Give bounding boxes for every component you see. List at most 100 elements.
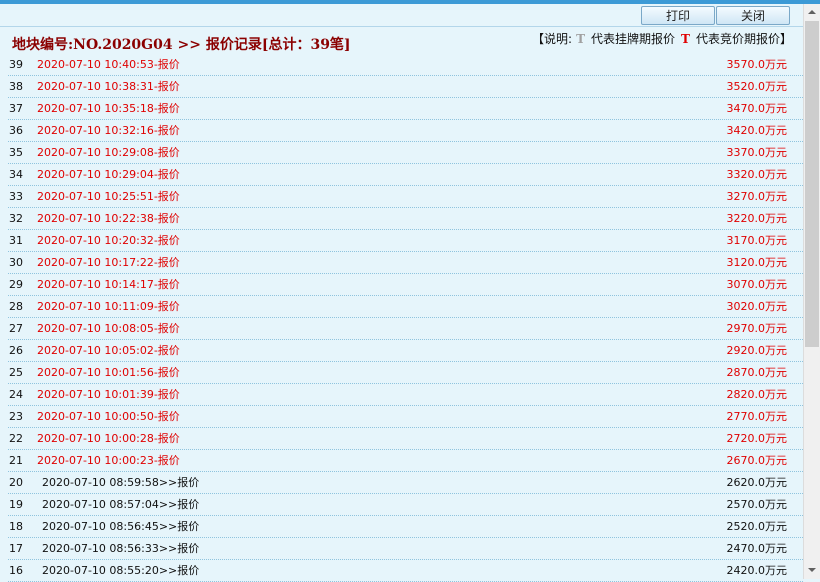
scroll-down-button[interactable]: [804, 562, 820, 579]
row-number: 39: [9, 58, 23, 71]
row-bid-time: 2020-07-10 10:29:08-报价: [37, 146, 180, 159]
row-number: 33: [9, 190, 23, 203]
close-button[interactable]: 关闭: [716, 6, 790, 25]
row-bid-time: 2020-07-10 10:00:23-报价: [37, 454, 180, 467]
table-row: 38 2020-07-10 10:38:31-报价 3520.0万元: [8, 76, 803, 98]
row-number: 21: [9, 454, 23, 467]
row-number: 35: [9, 146, 23, 159]
row-bid-price: 3520.0万元: [726, 80, 788, 93]
row-number: 19: [9, 498, 23, 511]
row-bid-price: 3170.0万元: [726, 234, 788, 247]
row-number: 38: [9, 80, 23, 93]
scroll-up-arrow-icon: [808, 10, 816, 14]
table-row: 37 2020-07-10 10:35:18-报价 3470.0万元: [8, 98, 803, 120]
row-bid-time: 2020-07-10 10:32:16-报价: [37, 124, 180, 137]
row-bid-time: 2020-07-10 10:08:05-报价: [37, 322, 180, 335]
bid-record-list: 39 2020-07-10 10:40:53-报价 3570.0万元 38 2020-0…: [8, 54, 803, 582]
vertical-scrollbar[interactable]: [803, 4, 820, 579]
table-row: 31 2020-07-10 10:20:32-报价 3170.0万元: [8, 230, 803, 252]
table-row: 28 2020-07-10 10:11:09-报价 3020.0万元: [8, 296, 803, 318]
scroll-thumb[interactable]: [805, 21, 819, 347]
bidding-period-icon: T: [681, 31, 690, 46]
table-row: 39 2020-07-10 10:40:53-报价 3570.0万元: [8, 54, 803, 76]
row-bid-price: 3020.0万元: [726, 300, 788, 313]
row-bid-time: 2020-07-10 10:00:28-报价: [37, 432, 180, 445]
table-row: 29 2020-07-10 10:14:17-报价 3070.0万元: [8, 274, 803, 296]
row-bid-time: 2020-07-10 10:38:31-报价: [37, 80, 180, 93]
legend-listing-text: 代表挂牌期报价: [591, 32, 676, 46]
row-number: 31: [9, 234, 23, 247]
table-row: 20 2020-07-10 08:59:58>>报价 2620.0万元: [8, 472, 803, 494]
row-bid-price: 2620.0万元: [726, 476, 788, 489]
row-number: 32: [9, 212, 23, 225]
scroll-up-button[interactable]: [804, 4, 820, 21]
row-bid-price: 3120.0万元: [726, 256, 788, 269]
row-bid-time: 2020-07-10 10:00:50-报价: [37, 410, 180, 423]
legend-bidding-text: 代表竞价期报价】: [695, 32, 792, 46]
scroll-down-arrow-icon: [808, 568, 816, 572]
row-number: 24: [9, 388, 23, 401]
row-bid-price: 3420.0万元: [726, 124, 788, 137]
table-row: 34 2020-07-10 10:29:04-报价 3320.0万元: [8, 164, 803, 186]
row-number: 28: [9, 300, 23, 313]
row-bid-price: 3570.0万元: [726, 58, 788, 71]
row-bid-time: 2020-07-10 10:01:56-报价: [37, 366, 180, 379]
table-row: 35 2020-07-10 10:29:08-报价 3370.0万元: [8, 142, 803, 164]
table-row: 36 2020-07-10 10:32:16-报价 3420.0万元: [8, 120, 803, 142]
row-number: 37: [9, 102, 23, 115]
row-number: 30: [9, 256, 23, 269]
row-number: 25: [9, 366, 23, 379]
row-number: 27: [9, 322, 23, 335]
row-bid-price: 2920.0万元: [726, 344, 788, 357]
row-bid-price: 3320.0万元: [726, 168, 788, 181]
row-bid-price: 3370.0万元: [726, 146, 788, 159]
row-bid-price: 3270.0万元: [726, 190, 788, 203]
row-number: 18: [9, 520, 23, 533]
row-bid-price: 2720.0万元: [726, 432, 788, 445]
table-row: 24 2020-07-10 10:01:39-报价 2820.0万元: [8, 384, 803, 406]
table-row: 18 2020-07-10 08:56:45>>报价 2520.0万元: [8, 516, 803, 538]
row-number: 29: [9, 278, 23, 291]
row-bid-time: 2020-07-10 10:11:09-报价: [37, 300, 180, 313]
table-row: 17 2020-07-10 08:56:33>>报价 2470.0万元: [8, 538, 803, 560]
row-bid-time: 2020-07-10 10:29:04-报价: [37, 168, 180, 181]
table-row: 23 2020-07-10 10:00:50-报价 2770.0万元: [8, 406, 803, 428]
row-number: 36: [9, 124, 23, 137]
row-number: 17: [9, 542, 23, 555]
row-number: 16: [9, 564, 23, 577]
toolbar-divider: [0, 26, 803, 27]
row-number: 22: [9, 432, 23, 445]
row-bid-time: 2020-07-10 10:35:18-报价: [37, 102, 180, 115]
row-bid-price: 2970.0万元: [726, 322, 788, 335]
table-row: 33 2020-07-10 10:25:51-报价 3270.0万元: [8, 186, 803, 208]
row-bid-time: 2020-07-10 10:40:53-报价: [37, 58, 180, 71]
row-bid-time: 2020-07-10 10:01:39-报价: [37, 388, 180, 401]
table-row: 19 2020-07-10 08:57:04>>报价 2570.0万元: [8, 494, 803, 516]
table-row: 25 2020-07-10 10:01:56-报价 2870.0万元: [8, 362, 803, 384]
row-bid-time: 2020-07-10 10:14:17-报价: [37, 278, 180, 291]
toolbar: 打印 关闭: [0, 5, 803, 26]
top-accent-bar: [0, 0, 820, 4]
table-row: 22 2020-07-10 10:00:28-报价 2720.0万元: [8, 428, 803, 450]
row-bid-time: 2020-07-10 08:59:58>>报价: [42, 476, 200, 489]
row-number: 23: [9, 410, 23, 423]
row-bid-time: 2020-07-10 10:20:32-报价: [37, 234, 180, 247]
table-row: 21 2020-07-10 10:00:23-报价 2670.0万元: [8, 450, 803, 472]
row-bid-time: 2020-07-10 08:55:20>>报价: [42, 564, 200, 577]
table-row: 26 2020-07-10 10:05:02-报价 2920.0万元: [8, 340, 803, 362]
row-bid-price: 2770.0万元: [726, 410, 788, 423]
row-bid-price: 2470.0万元: [726, 542, 788, 555]
row-bid-price: 2570.0万元: [726, 498, 788, 511]
row-bid-time: 2020-07-10 08:57:04>>报价: [42, 498, 200, 511]
row-bid-price: 3470.0万元: [726, 102, 788, 115]
row-number: 20: [9, 476, 23, 489]
row-bid-time: 2020-07-10 08:56:33>>报价: [42, 542, 200, 555]
print-button[interactable]: 打印: [641, 6, 715, 25]
table-row: 27 2020-07-10 10:08:05-报价 2970.0万元: [8, 318, 803, 340]
page-title: 地块编号:NO.2020G04 >> 报价记录[总计：39笔]: [12, 37, 351, 53]
table-row: 30 2020-07-10 10:17:22-报价 3120.0万元: [8, 252, 803, 274]
row-bid-price: 3220.0万元: [726, 212, 788, 225]
row-bid-time: 2020-07-10 10:25:51-报价: [37, 190, 180, 203]
row-bid-price: 2870.0万元: [726, 366, 788, 379]
listing-period-icon: T: [576, 31, 586, 46]
